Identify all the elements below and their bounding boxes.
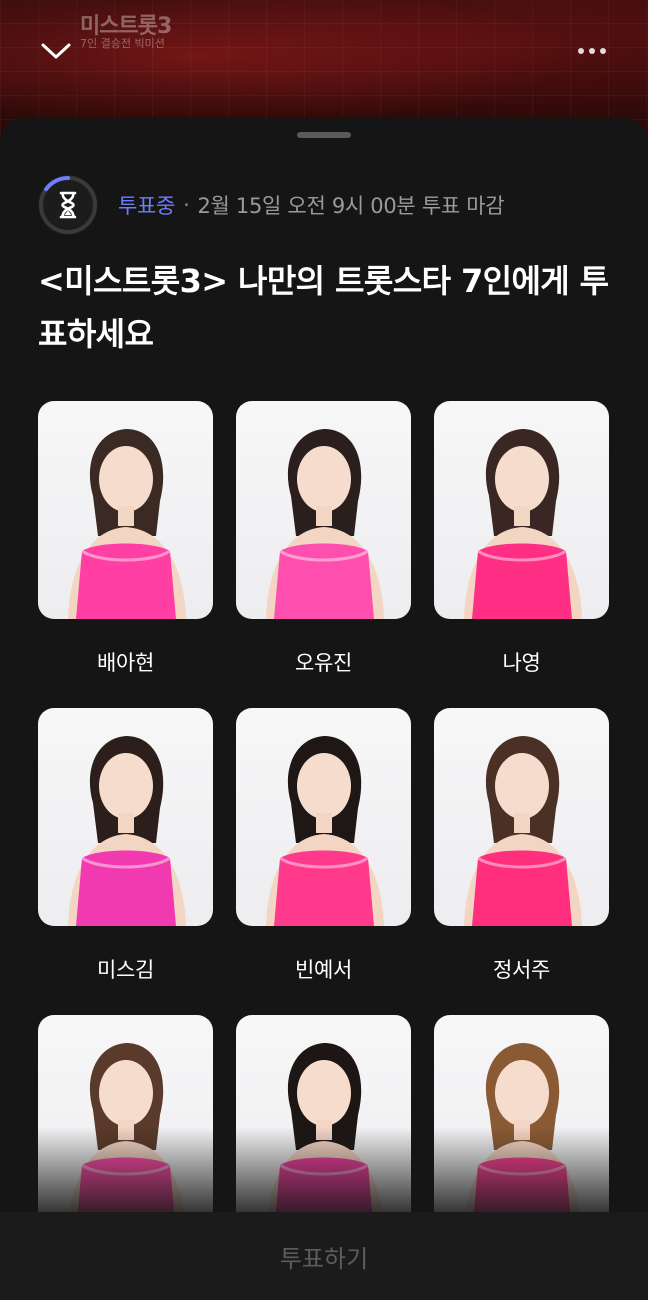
status-deadline: 2월 15일 오전 9시 00분 투표 마감 bbox=[197, 194, 505, 218]
candidate-card[interactable]: 정서주 bbox=[434, 708, 609, 1015]
candidate-name: 빈예서 bbox=[294, 958, 353, 982]
collapse-button[interactable] bbox=[36, 36, 76, 66]
show-logo: 미스트롯3 7인 결승전 빅미션 bbox=[80, 14, 172, 51]
status-separator: · bbox=[183, 193, 190, 217]
candidate-photo bbox=[434, 1015, 609, 1233]
candidate-grid: 배아현 오유진 나영미스김 빈예서 정서주 bbox=[38, 401, 610, 1300]
vote-status: 투표중 · 2월 15일 오전 9시 00분 투표 마감 bbox=[38, 175, 505, 235]
candidate-card[interactable]: 배아현 bbox=[38, 401, 213, 708]
more-options-button[interactable] bbox=[570, 36, 614, 66]
more-dot bbox=[589, 48, 595, 54]
more-dot bbox=[600, 48, 606, 54]
candidate-name: 배아현 bbox=[96, 651, 155, 675]
bottom-bar: 투표하기 bbox=[0, 1212, 648, 1300]
more-dot bbox=[578, 48, 584, 54]
candidate-photo bbox=[38, 1015, 213, 1233]
candidate-card[interactable]: 빈예서 bbox=[236, 708, 411, 1015]
candidate-name: 미스김 bbox=[96, 958, 155, 982]
candidate-photo bbox=[38, 401, 213, 619]
candidate-photo bbox=[236, 1015, 411, 1233]
candidate-name: 나영 bbox=[502, 651, 541, 675]
vote-title: <미스트롯3> 나만의 트롯스타 7인에게 투표하세요 bbox=[38, 262, 609, 353]
chevron-down-icon bbox=[41, 43, 71, 59]
sheet-grabber[interactable] bbox=[297, 132, 351, 138]
candidate-name: 오유진 bbox=[294, 651, 353, 675]
vote-button[interactable]: 투표하기 bbox=[0, 1212, 648, 1300]
candidate-card[interactable]: 오유진 bbox=[236, 401, 411, 708]
candidate-photo bbox=[236, 708, 411, 926]
candidate-photo bbox=[434, 401, 609, 619]
candidate-name: 정서주 bbox=[492, 958, 551, 982]
status-live-label: 투표중 bbox=[118, 194, 176, 218]
vote-sheet: 투표중 · 2월 15일 오전 9시 00분 투표 마감 <미스트롯3> 나만의… bbox=[0, 117, 648, 1300]
candidate-photo bbox=[38, 708, 213, 926]
candidate-card[interactable]: 나영 bbox=[434, 401, 609, 708]
candidate-photo bbox=[236, 401, 411, 619]
candidate-photo bbox=[434, 708, 609, 926]
candidate-card[interactable]: 미스김 bbox=[38, 708, 213, 1015]
hourglass-timer-icon bbox=[38, 175, 98, 235]
